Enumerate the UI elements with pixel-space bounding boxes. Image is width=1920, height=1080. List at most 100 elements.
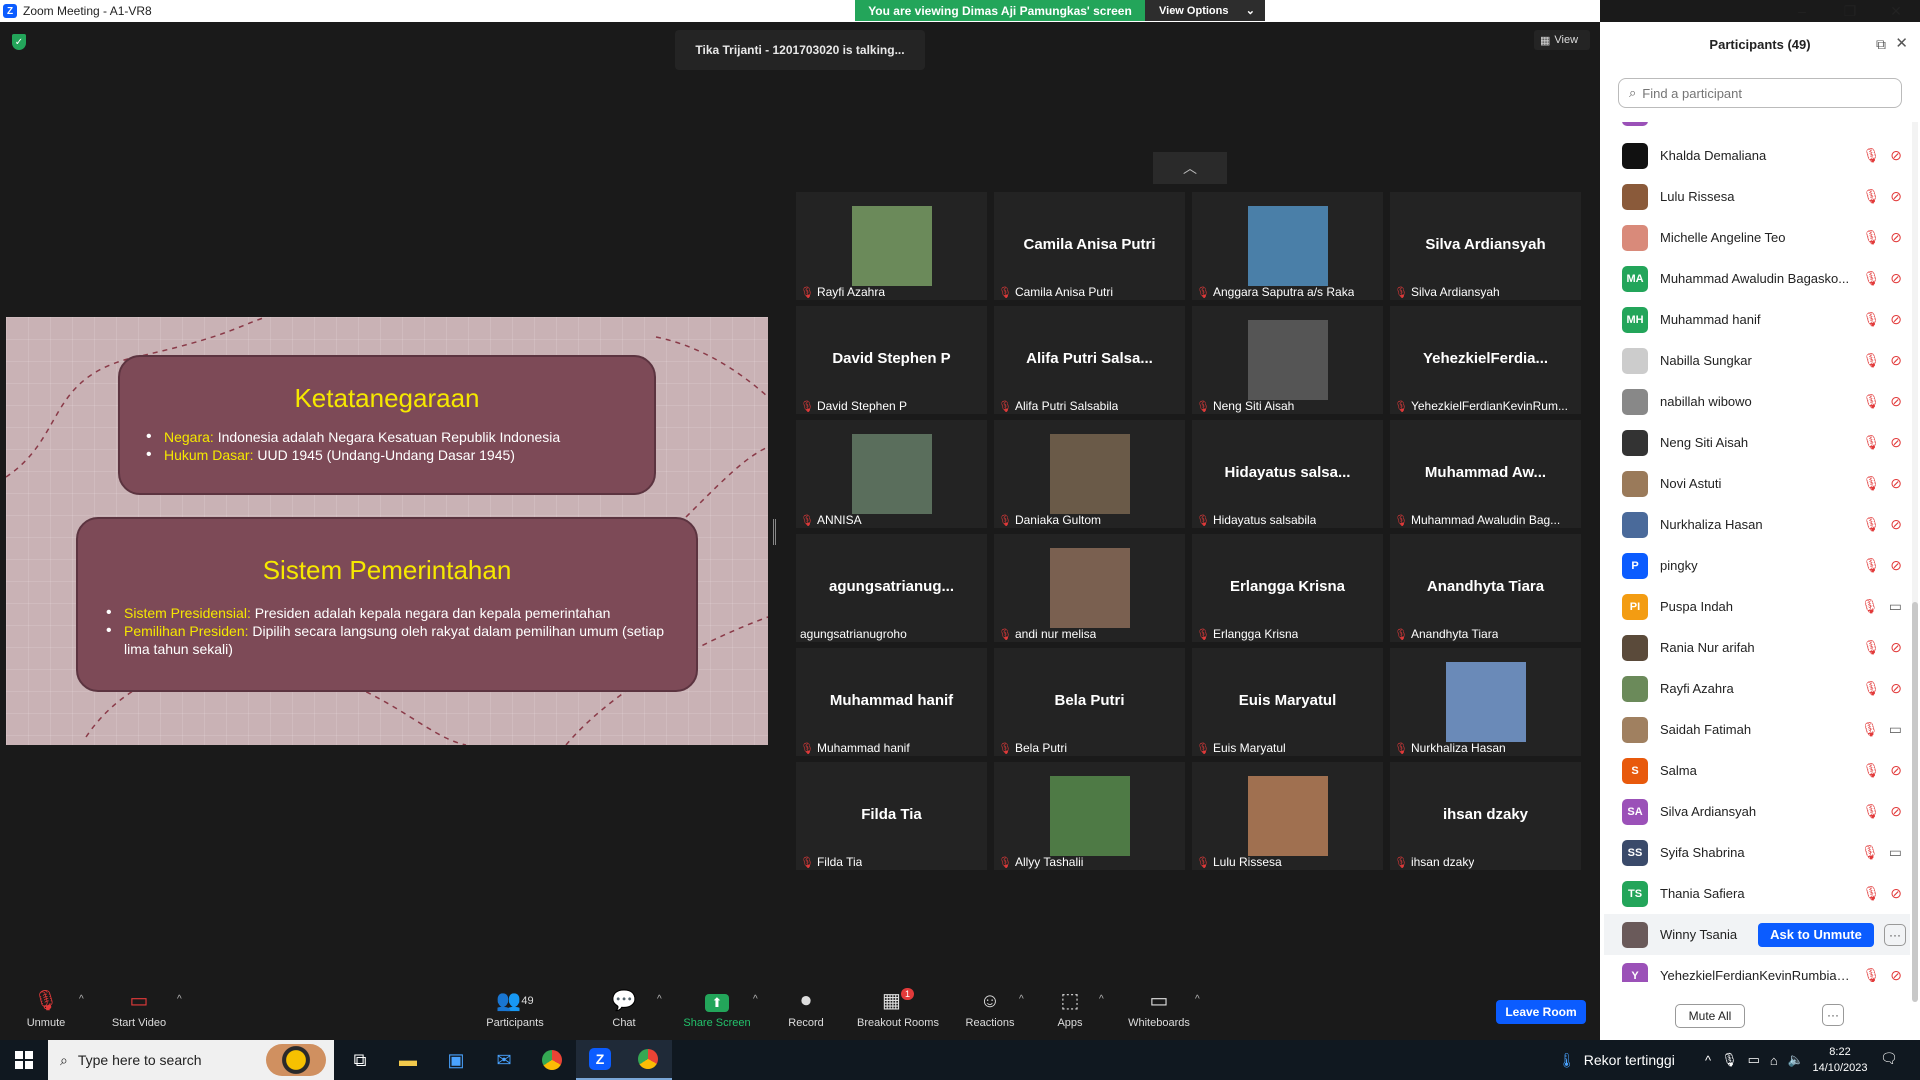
participant-tile[interactable]: Erlangga Krisna 🎙 Erlangga Krisna — [1192, 534, 1383, 642]
participant-row[interactable]: Rania Nur arifah 🎙 ⊘ — [1604, 627, 1910, 668]
participant-tile[interactable]: ihsan dzaky 🎙 ihsan dzaky — [1390, 762, 1581, 870]
participant-tile[interactable]: 🎙 Rayfi Azahra — [796, 192, 987, 300]
task-view-icon[interactable]: ⧉ — [336, 1040, 384, 1080]
participants-button[interactable]: 👥49 Participants — [480, 988, 550, 1029]
apps-button[interactable]: ⬚ Apps — [1054, 988, 1086, 1029]
participant-row[interactable]: Nabilla Sungkar 🎙 ⊘ — [1604, 340, 1910, 381]
news-widget[interactable]: 🌡 Rekor tertinggi — [1558, 1040, 1675, 1080]
ask-to-unmute-button[interactable]: Ask to Unmute — [1758, 922, 1874, 947]
participant-row[interactable]: SA Silva Ardiansyah 🎙 ⊘ — [1604, 791, 1910, 832]
participant-tile[interactable]: Camila Anisa Putri 🎙 Camila Anisa Putri — [994, 192, 1185, 300]
view-button[interactable]: ▦ View — [1534, 30, 1590, 50]
participant-tile[interactable]: 🎙 Daniaka Gultom — [994, 420, 1185, 528]
chat-label: Chat — [612, 1017, 636, 1029]
close-window-icon[interactable]: ✕ — [1876, 0, 1916, 22]
view-options-button[interactable]: View Options ⌄ — [1145, 0, 1265, 21]
participant-tile[interactable]: Filda Tia 🎙 Filda Tia — [796, 762, 987, 870]
tile-name-label: agungsatrianugroho — [800, 627, 907, 641]
restore-icon[interactable]: ❐ — [1830, 0, 1870, 22]
chevron-up-icon[interactable]: ^ — [1705, 1053, 1711, 1068]
start-button[interactable] — [0, 1040, 48, 1080]
more-options-button[interactable]: ··· — [1822, 1004, 1844, 1026]
tile-name-label: 🎙 ANNISA — [800, 513, 862, 527]
mic-off-icon: 🎙 — [1862, 516, 1881, 532]
chevron-up-icon: ^ — [1019, 994, 1024, 1005]
participant-tile[interactable]: YehezkielFerdia... 🎙 YehezkielFerdianKevin… — [1390, 306, 1581, 414]
participant-tile[interactable]: Euis Maryatul 🎙 Euis Maryatul — [1192, 648, 1383, 756]
participant-tile[interactable]: 🎙 Nurkhaliza Hasan — [1390, 648, 1581, 756]
participant-tile[interactable]: 🎙 andi nur melisa — [994, 534, 1185, 642]
participant-row[interactable]: Novi Astuti 🎙 ⊘ — [1604, 463, 1910, 504]
participant-tile[interactable]: agungsatrianug... agungsatrianugroho — [796, 534, 987, 642]
scrollbar-thumb[interactable] — [1912, 602, 1918, 1002]
chat-button[interactable]: 💬 Chat — [604, 988, 644, 1029]
participant-row[interactable]: Y YehezkielFerdianKevinRumbiak-... 🎙 ⊘ — [1604, 955, 1910, 982]
microphone-icon[interactable]: 🎙 — [1721, 1052, 1738, 1068]
tile-label-text: ihsan dzaky — [1410, 855, 1475, 869]
mute-all-button[interactable]: Mute All — [1675, 1004, 1745, 1028]
participant-tile[interactable]: 🎙 Neng Siti Aisah — [1192, 306, 1383, 414]
participant-row[interactable]: MA Muhammad Awaludin Bagasko... 🎙 ⊘ — [1604, 258, 1910, 299]
participant-tile[interactable]: Anandhyta Tiara 🎙 Anandhyta Tiara — [1390, 534, 1581, 642]
taskbar-search[interactable]: ⌕ Type here to search — [48, 1040, 334, 1080]
unmute-button[interactable]: 🎙 Unmute — [20, 988, 72, 1029]
participant-tile[interactable]: 🎙 Allyy Tashalii — [994, 762, 1185, 870]
record-button[interactable]: ⏺ Record — [784, 988, 828, 1029]
leave-room-button[interactable]: Leave Room — [1496, 1000, 1586, 1024]
battery-icon[interactable]: ▭ — [1748, 1052, 1760, 1068]
network-icon[interactable]: ⌂ — [1770, 1053, 1778, 1068]
participant-row[interactable]: Saidah Fatimah 🎙 ▭ — [1604, 709, 1910, 750]
participant-row[interactable]: S Salma 🎙 ⊘ — [1604, 750, 1910, 791]
participant-row[interactable]: Michelle Angeline Teo 🎙 ⊘ — [1604, 217, 1910, 258]
taskbar-clock[interactable]: 8:22 14/10/2023 — [1808, 1044, 1872, 1076]
store-icon[interactable]: ▣ — [432, 1040, 480, 1080]
shield-icon[interactable]: ✓ — [12, 34, 26, 50]
whiteboards-button[interactable]: ▭ Whiteboards — [1124, 988, 1194, 1029]
participant-search[interactable]: ⌕ — [1618, 78, 1902, 108]
notification-icon[interactable]: 🗨 — [1880, 1050, 1898, 1067]
video-off-icon: ⊘ — [1890, 680, 1902, 696]
participant-tile[interactable]: Hidayatus salsa... 🎙 Hidayatus salsabila — [1192, 420, 1383, 528]
participant-row[interactable]: Ppingky 🎙 ⊘ — [1604, 545, 1910, 586]
participant-row[interactable]: Khalda Demaliana 🎙 ⊘ — [1604, 135, 1910, 176]
participant-row[interactable]: MH Muhammad hanif 🎙 ⊘ — [1604, 299, 1910, 340]
participant-row[interactable]: Winny Tsania Ask to Unmute ··· — [1604, 914, 1910, 955]
minimize-icon[interactable]: – — [1782, 0, 1822, 22]
volume-icon[interactable]: 🔈 — [1788, 1052, 1804, 1068]
reactions-button[interactable]: ☺ Reactions — [962, 988, 1018, 1029]
participant-row[interactable]: PI Puspa Indah 🎙 ▭ — [1604, 586, 1910, 627]
collapse-gallery-button[interactable]: ︿ — [1153, 152, 1227, 184]
mic-off-icon: 🎙 — [998, 400, 1012, 413]
participant-search-input[interactable] — [1642, 85, 1883, 101]
file-explorer-icon[interactable]: ▬ — [384, 1040, 432, 1080]
participant-row[interactable]: Neng Siti Aisah 🎙 ⊘ — [1604, 422, 1910, 463]
participant-tile[interactable]: 🎙 Anggara Saputra a/s Raka — [1192, 192, 1383, 300]
participant-tile[interactable]: Silva Ardiansyah 🎙 Silva Ardiansyah — [1390, 192, 1581, 300]
participant-tile[interactable]: 🎙 Lulu Rissesa — [1192, 762, 1383, 870]
breakout-rooms-button[interactable]: ▦ 1 Breakout Rooms — [852, 988, 944, 1029]
participant-tile[interactable]: Alifa Putri Salsa... 🎙 Alifa Putri Salsabi… — [994, 306, 1185, 414]
participant-tile[interactable]: David Stephen P 🎙 David Stephen P — [796, 306, 987, 414]
start-video-button[interactable]: ▭ Start Video — [106, 988, 172, 1029]
chrome-window-icon[interactable] — [624, 1040, 672, 1080]
participant-tile[interactable]: Muhammad hanif 🎙 Muhammad hanif — [796, 648, 987, 756]
participant-row[interactable]: nabillah wibowo 🎙 ⊘ — [1604, 381, 1910, 422]
share-screen-button[interactable]: ⬆ Share Screen — [680, 988, 754, 1029]
participant-list-scrollbar[interactable] — [1912, 122, 1918, 1002]
popout-icon[interactable]: ⧉ — [1876, 36, 1886, 53]
close-panel-icon[interactable]: ✕ — [1895, 34, 1908, 52]
participant-tile[interactable]: Muhammad Aw... 🎙 Muhammad Awaludin Bag... — [1390, 420, 1581, 528]
participant-tile[interactable]: Bela Putri 🎙 Bela Putri — [994, 648, 1185, 756]
participant-row[interactable]: TS Thania Safiera 🎙 ⊘ — [1604, 873, 1910, 914]
participant-row[interactable]: SS Syifa Shabrina 🎙 ▭ — [1604, 832, 1910, 873]
participant-row[interactable]: Lulu Rissesa 🎙 ⊘ — [1604, 176, 1910, 217]
participant-row-partial[interactable] — [1604, 122, 1910, 133]
splitter-handle[interactable] — [773, 519, 776, 545]
participant-row[interactable]: Nurkhaliza Hasan 🎙 ⊘ — [1604, 504, 1910, 545]
chrome-icon[interactable] — [528, 1040, 576, 1080]
participant-row[interactable]: Rayfi Azahra 🎙 ⊘ — [1604, 668, 1910, 709]
more-options-button[interactable]: ··· — [1884, 923, 1906, 946]
zoom-taskbar-icon[interactable]: Z — [576, 1040, 624, 1080]
participant-tile[interactable]: 🎙 ANNISA — [796, 420, 987, 528]
mail-icon[interactable]: ✉ — [480, 1040, 528, 1080]
